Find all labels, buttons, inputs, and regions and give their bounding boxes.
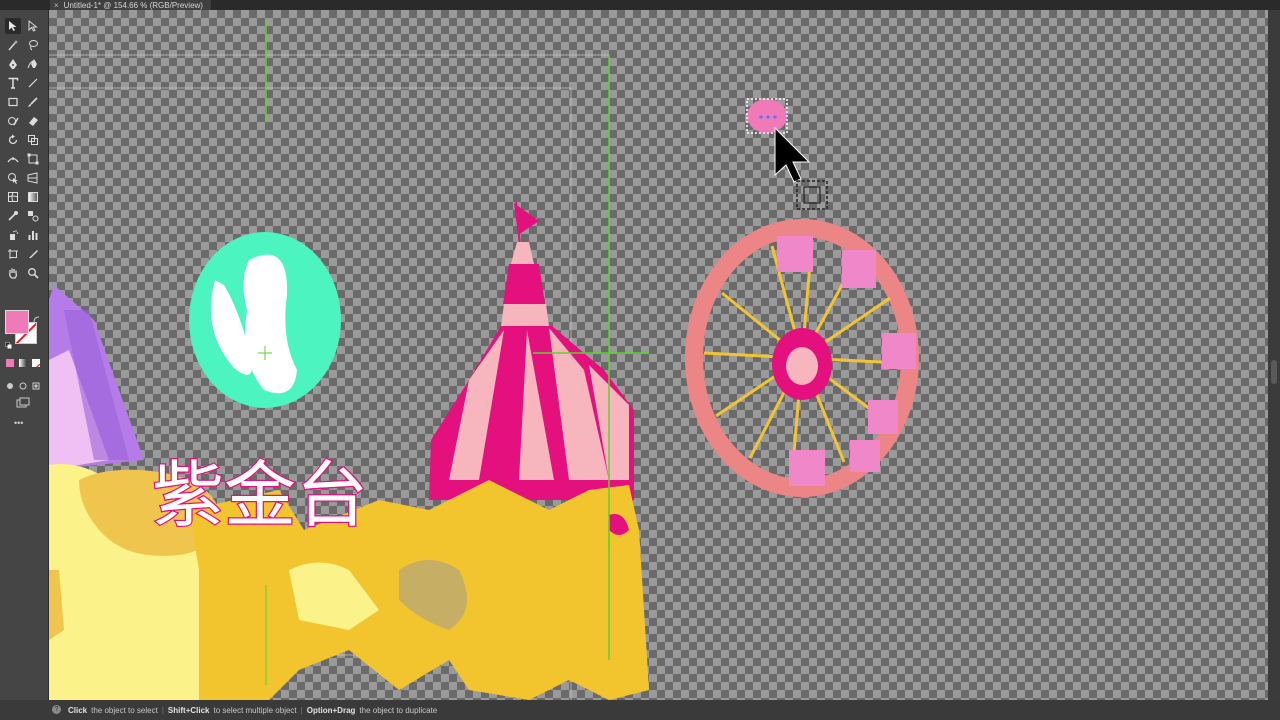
artboard-canvas[interactable]: 紫金台 [49,10,1268,700]
width-tool-icon[interactable] [5,151,21,167]
perspective-tool-icon[interactable] [25,170,41,186]
swap-fill-stroke-icon[interactable] [33,310,40,323]
ferris-wheel [685,219,919,497]
mesh-tool-icon[interactable] [5,189,21,205]
tool-row [5,37,45,53]
tool-row [5,113,45,129]
tools-panel: ••• [0,10,49,700]
tool-row [5,189,45,205]
gradient-mode-icon[interactable] [19,359,27,367]
magic-wand-tool-icon[interactable] [5,37,21,53]
artwork-title: 紫金台 [152,453,368,537]
help-icon[interactable]: ? [52,705,61,714]
tool-row [5,227,45,243]
hint-shift-text: to select multiple object [213,705,297,715]
tool-row [5,265,45,281]
paintbrush-tool-icon[interactable] [25,94,41,110]
free-transform-tool-icon[interactable] [25,151,41,167]
mouse-cursor-icon [774,126,828,210]
eraser-tool-icon[interactable] [25,113,41,129]
tool-row [5,151,45,167]
scale-tool-icon[interactable] [25,132,41,148]
type-tool-icon[interactable] [5,75,21,91]
shaper-tool-icon[interactable] [5,113,21,129]
blend-tool-icon[interactable] [25,208,41,224]
tool-row [5,56,45,72]
artboard-tool-icon[interactable] [5,246,21,262]
status-hints: Click the object to select | Shift+Click… [68,706,437,715]
edit-toolbar-icon[interactable]: ••• [14,418,23,428]
artwork: 紫金台 [49,22,919,700]
vertical-scrollbar[interactable] [1268,10,1280,700]
zoom-tool-icon[interactable] [25,265,41,281]
tool-row [5,18,45,34]
hint-separator: | [161,705,164,715]
direct-selection-tool-icon[interactable] [25,18,41,34]
symbol-sprayer-tool-icon[interactable] [5,227,21,243]
rectangle-tool-icon[interactable] [5,94,21,110]
tool-row [5,208,45,224]
rotate-tool-icon[interactable] [5,132,21,148]
tool-row [5,94,45,110]
circus-tent [429,201,634,500]
pen-tool-icon[interactable] [5,56,21,72]
hint-click-text: the object to select [91,705,158,715]
lilac-tent [49,285,144,470]
close-icon[interactable]: × [54,1,59,10]
hint-shift-key: Shift+Click [167,705,210,715]
tool-row [5,246,45,262]
document-tab-title: Untitled-1* @ 154.66 % (RGB/Preview) [63,0,203,10]
lasso-tool-icon[interactable] [25,37,41,53]
balloon [189,232,341,408]
status-bar: ? Click the object to select | Shift+Cli… [0,700,1280,720]
scrollbar-thumb[interactable] [1271,360,1277,384]
hand-tool-icon[interactable] [5,265,21,281]
screen-mode-icon[interactable] [16,396,30,408]
hint-click-key: Click [68,705,88,715]
hint-option-text: the object to duplicate [359,705,438,715]
tab-bar: × Untitled-1* @ 154.66 % (RGB/Preview) [0,0,1280,10]
column-graph-tool-icon[interactable] [25,227,41,243]
tool-row [5,170,45,186]
hint-separator: | [300,705,303,715]
line-tool-icon[interactable] [25,75,41,91]
tool-row [5,132,45,148]
gradient-tool-icon[interactable] [25,189,41,205]
eyedropper-tool-icon[interactable] [5,208,21,224]
document-tab[interactable]: × Untitled-1* @ 154.66 % (RGB/Preview) [50,0,211,10]
selected-object [746,98,788,134]
curvature-tool-icon[interactable] [25,56,41,72]
draw-inside-icon[interactable] [32,377,40,390]
hint-option-key: Option+Drag [306,705,356,715]
slice-tool-icon[interactable] [25,246,41,262]
draw-behind-icon[interactable] [19,377,27,390]
tool-row [5,75,45,91]
selection-tool-icon[interactable] [5,18,21,34]
default-fill-stroke-icon[interactable] [5,336,12,349]
draw-normal-icon[interactable] [6,377,14,389]
color-mode-icon[interactable] [6,359,14,367]
shape-builder-tool-icon[interactable] [5,170,21,186]
none-mode-icon[interactable] [32,359,40,367]
fill-color-swatch[interactable] [5,310,29,334]
